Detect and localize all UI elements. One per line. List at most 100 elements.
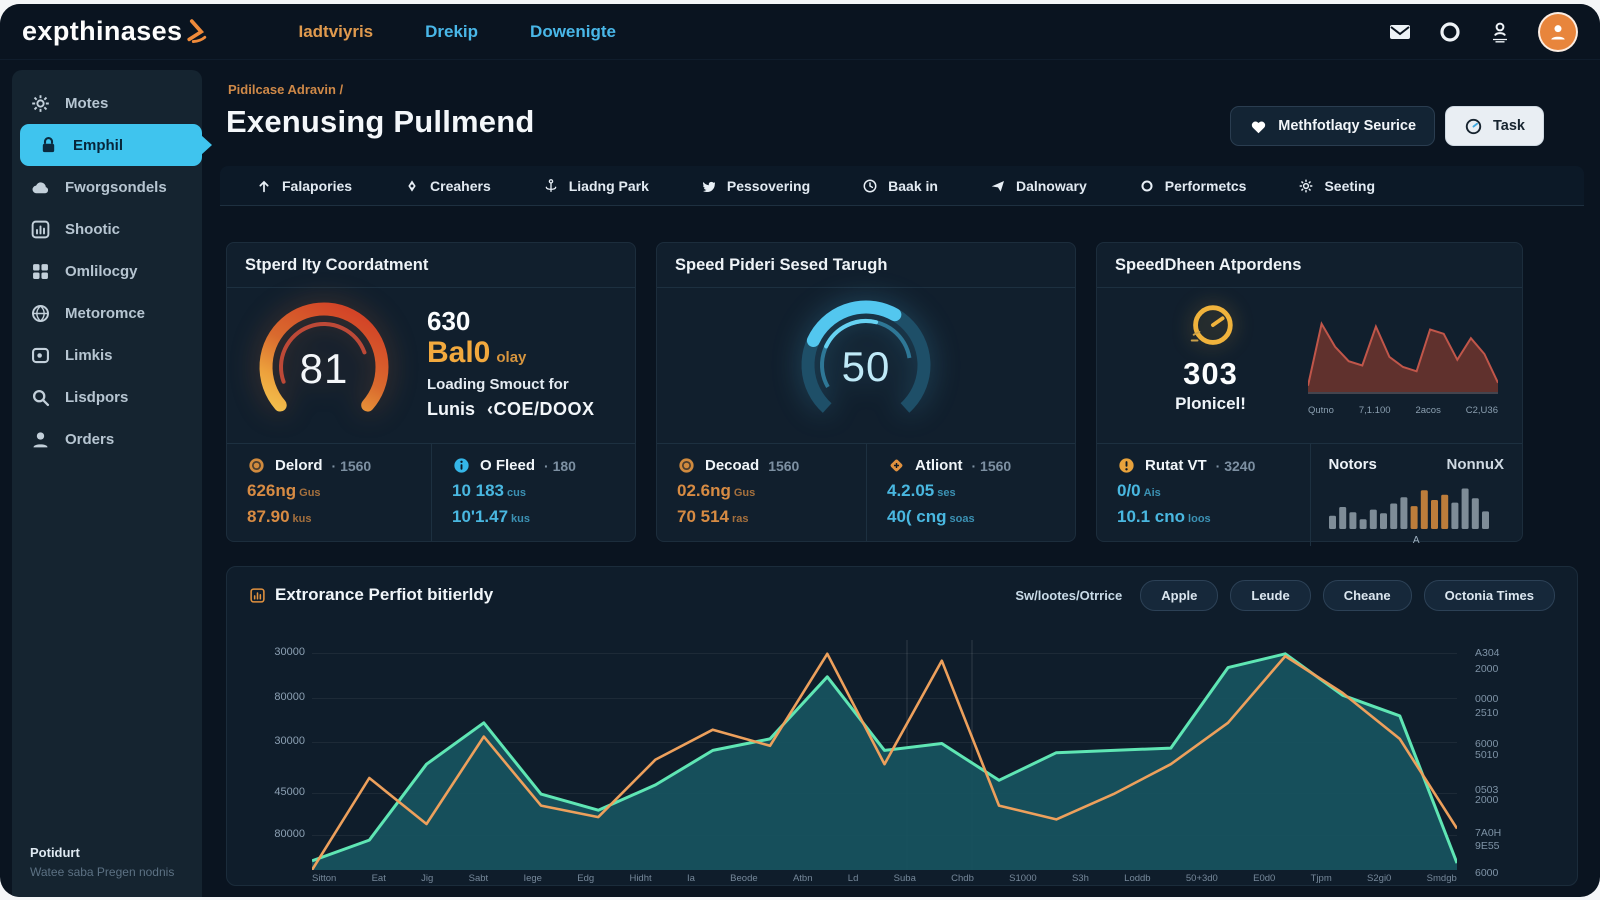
sidebar-item-fworgsondels[interactable]: Fworgsondels [12, 166, 202, 208]
breadcrumb[interactable]: Pidilcase Adravin / [228, 82, 343, 97]
plane-icon [990, 178, 1006, 194]
favorite-service-button[interactable]: Methfotlaqy Seurice [1230, 106, 1435, 146]
stat-unit: Ais [1144, 487, 1161, 499]
sidebar-item-omlilocgy[interactable]: Omlilocgy [12, 250, 202, 292]
card3-value: 303 [1123, 356, 1298, 392]
tab-pessovering[interactable]: Pessovering [675, 178, 836, 194]
gauge2-value: 50 [842, 343, 891, 391]
chart-header: Extrorance Perfiot bitierldy Sw/lootes/O… [227, 567, 1577, 623]
x-tick: Eat [372, 873, 386, 884]
sidebar-item-label: Shootic [65, 221, 120, 238]
x-tick: S1000 [1009, 873, 1036, 884]
task-button[interactable]: Task [1445, 106, 1544, 146]
stat-value: 4.2.05 [887, 481, 934, 500]
stat-badge: 1560 [768, 458, 799, 474]
sidebar-item-orders[interactable]: Orders [12, 418, 202, 460]
heart-icon [1249, 117, 1268, 136]
grid-icon [30, 261, 51, 282]
stat-badge: · 3240 [1216, 458, 1256, 474]
stat-unit: kus [293, 513, 312, 525]
x-tick: Loddb [1124, 873, 1150, 884]
x-tick: Ld [848, 873, 859, 884]
x-tick: Iege [523, 873, 542, 884]
pill-cheane[interactable]: Cheane [1323, 580, 1412, 611]
y-tick: 30000 [249, 646, 305, 658]
card-speed-atpordens: SpeedDheen Atpordens 303 Plonicel! [1096, 242, 1523, 542]
warm-gauge: 81 [249, 292, 399, 442]
right-axis-tick: 2000 [1475, 794, 1535, 806]
y-tick: 30000 [249, 735, 305, 747]
tab-liadng-park[interactable]: Liadng Park [517, 178, 675, 194]
card3-stats: Rutat VT · 3240 0/0Ais 10.1 cnoloos Noto… [1097, 443, 1522, 541]
top-nav-iadtviyris[interactable]: Iadtviyris [298, 22, 373, 42]
x-tick: S3h [1072, 873, 1089, 884]
tab-falapories[interactable]: Falapories [230, 178, 378, 194]
info-icon [452, 456, 471, 475]
card2-stats: Decoad 1560 02.6ngGus 70 514ras Atliont … [657, 443, 1075, 541]
sidebar-item-lisdpors[interactable]: Lisdpors [12, 376, 202, 418]
chart-controls: Sw/lootes/Otrrice AppleLeudeCheaneOctoni… [1015, 580, 1555, 611]
mail-icon[interactable] [1388, 20, 1412, 44]
stat-unit: ras [732, 513, 749, 525]
page-title: Exenusing Pullmend [226, 104, 534, 140]
diamond-icon [404, 178, 420, 194]
card1-desc: Loading Smouct for [427, 376, 595, 393]
sidebar-item-limkis[interactable]: Limkis [12, 334, 202, 376]
chart-title: Extrorance Perfiot bitierldy [275, 585, 493, 605]
x-tick: E0d0 [1253, 873, 1275, 884]
tab-dalnowary[interactable]: Dalnowary [964, 178, 1113, 194]
top-nav-dowenigte[interactable]: Dowenigte [530, 22, 616, 42]
top-nav-drekip[interactable]: Drekip [425, 22, 478, 42]
stat-value: 10.1 cno [1117, 507, 1185, 526]
sidebar-item-label: Lisdpors [65, 389, 128, 406]
box-icon [30, 345, 51, 366]
right-axis-tick: A304 [1475, 647, 1535, 659]
avatar[interactable] [1538, 12, 1578, 52]
card1-headline: 630 [427, 306, 595, 337]
x-tick: Smdgb [1427, 873, 1457, 884]
right-axis-tick: 7A0H [1475, 827, 1535, 839]
tab-label: Baak in [888, 178, 938, 194]
gauge1-value: 81 [300, 345, 349, 393]
stat-value: 10 183 [452, 481, 504, 500]
sidebar-item-label: Fworgsondels [65, 179, 167, 196]
tab-label: Falapories [282, 178, 352, 194]
x-tick: Edg [577, 873, 594, 884]
mini-x-tick: 2acos [1415, 405, 1440, 416]
pill-apple[interactable]: Apple [1140, 580, 1218, 611]
stat-value: 02.6ng [677, 481, 731, 500]
tab-label: Pessovering [727, 178, 810, 194]
tab-baak-in[interactable]: Baak in [836, 178, 964, 194]
tab-bar: Falapories CreahersLiadng Park Pessovering… [220, 166, 1584, 206]
account-icon[interactable] [1488, 20, 1512, 44]
sidebar-item-motes[interactable]: Motes [12, 82, 202, 124]
stat-value: 0/0 [1117, 481, 1141, 500]
pill-octonia-times[interactable]: Octonia Times [1424, 580, 1555, 611]
stat-unit: loos [1188, 513, 1211, 525]
sidebar-item-label: Limkis [65, 347, 113, 364]
app-logo[interactable]: expthinases [22, 16, 212, 47]
sidebar-item-label: Orders [65, 431, 114, 448]
sidebar-item-emphil[interactable]: Emphil [20, 124, 202, 166]
sidebar-item-label: Motes [65, 95, 108, 112]
tab-seeting[interactable]: Seeting [1272, 178, 1401, 194]
tab-creahers[interactable]: Creahers [378, 178, 517, 194]
card1-brand-small: olay [496, 349, 526, 366]
sidebar-item-shootic[interactable]: Shootic [12, 208, 202, 250]
avatar-user-icon [1548, 22, 1568, 42]
stat-label: Rutat VT [1145, 457, 1207, 474]
logo-swoosh-icon [185, 17, 214, 46]
bars-marker: A [1329, 535, 1505, 546]
coin-icon [247, 456, 266, 475]
notifications-icon[interactable] [1438, 20, 1462, 44]
sidebar-item-metoromce[interactable]: Metoromce [12, 292, 202, 334]
cloud-icon [30, 177, 51, 198]
tab-performetcs[interactable]: Performetcs [1113, 178, 1273, 194]
stat-label: Decoad [705, 457, 759, 474]
performance-chart-panel: Extrorance Perfiot bitierldy Sw/lootes/O… [226, 566, 1578, 886]
right-axis-tick: 6000 [1475, 867, 1535, 879]
pill-leude[interactable]: Leude [1230, 580, 1310, 611]
card1-code: ‹COE/DOOX [487, 399, 595, 419]
right-axis-tick: 0000 [1475, 693, 1535, 705]
cool-gauge: 50 [791, 290, 941, 440]
